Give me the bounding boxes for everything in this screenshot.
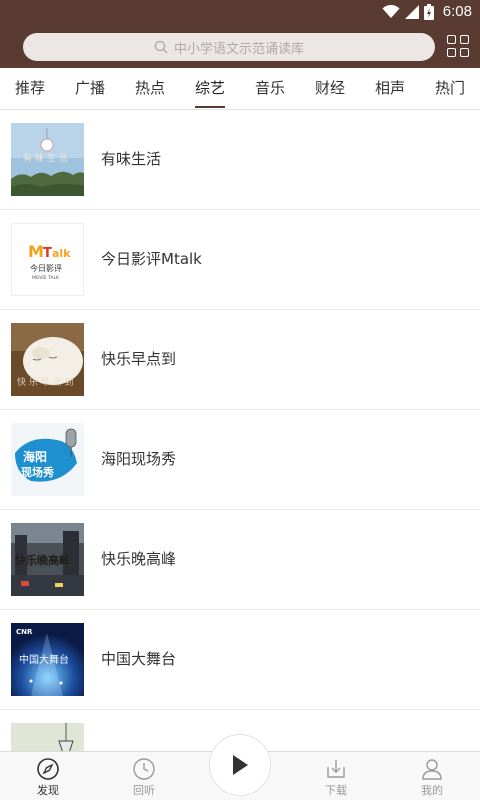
program-title: 快乐早点到	[101, 350, 177, 368]
svg-text:快乐晚高峰: 快乐晚高峰	[14, 553, 71, 567]
status-time: 6:08	[442, 3, 472, 20]
tab-xiangsheng[interactable]: 相声	[360, 68, 420, 110]
program-title: 有味生活	[101, 150, 162, 168]
svg-text:MOVIE TALK: MOVIE TALK	[32, 275, 60, 281]
svg-text:现场秀: 现场秀	[21, 465, 54, 479]
list-item[interactable]: M T alk 今日影评 MOVIE TALK 今日影评Mtalk	[0, 210, 480, 310]
program-list: 有 味 生 活 有味生活 M T alk 今日影评 MOVIE TALK 今日影…	[0, 110, 480, 800]
search-placeholder: 中小学语文示范诵读库	[173, 41, 304, 57]
search-icon	[154, 40, 168, 54]
program-thumbnail: 快 乐 早 点 到	[11, 323, 84, 396]
nav-replay[interactable]: 回听	[104, 752, 184, 800]
svg-text:CNR: CNR	[16, 628, 33, 636]
list-item[interactable]: 海阳 现场秀 海阳现场秀	[0, 410, 480, 510]
player-button[interactable]	[209, 734, 271, 796]
play-button-inner	[216, 741, 264, 789]
list-item[interactable]: 快 乐 早 点 到 快乐早点到	[0, 310, 480, 410]
tab-yinyue[interactable]: 音乐	[240, 68, 300, 110]
play-icon	[233, 755, 248, 775]
nav-profile[interactable]: 我的	[392, 752, 472, 800]
program-thumbnail: 有 味 生 活	[11, 123, 84, 196]
app-header: 6:08 中小学语文示范诵读库	[0, 0, 480, 68]
tab-caijing[interactable]: 财经	[300, 68, 360, 110]
program-thumbnail: CNR 中国大舞台	[11, 623, 84, 696]
nav-label: 下载	[325, 784, 347, 797]
program-title: 快乐晚高峰	[101, 550, 177, 568]
active-tab-indicator	[195, 106, 225, 108]
svg-text:有 味 生 活: 有 味 生 活	[23, 152, 68, 164]
program-title: 中国大舞台	[101, 650, 177, 668]
svg-text:快 乐 早 点 到: 快 乐 早 点 到	[17, 376, 73, 388]
tab-tuijian[interactable]: 推荐	[0, 68, 60, 110]
tab-redian[interactable]: 热点	[120, 68, 180, 110]
compass-icon	[37, 758, 59, 780]
svg-text:今日影评: 今日影评	[30, 263, 62, 273]
status-icons: 6:08	[382, 3, 472, 20]
grid-icon	[447, 35, 456, 44]
program-thumbnail: M T alk 今日影评 MOVIE TALK	[11, 223, 84, 296]
nav-discover[interactable]: 发现	[8, 752, 88, 800]
signal-icon	[404, 4, 419, 19]
mtalk-logo: M T alk 今日影评 MOVIE TALK	[28, 242, 71, 281]
wifi-icon	[382, 4, 400, 18]
program-thumbnail: 快乐晚高峰	[11, 523, 84, 596]
svg-text:海阳: 海阳	[23, 449, 47, 464]
tab-remen[interactable]: 热门	[420, 68, 480, 110]
nav-label: 发现	[37, 784, 59, 797]
nav-label: 回听	[133, 784, 155, 797]
category-tabs: 推荐 广播 热点 综艺 音乐 财经 相声 热门	[0, 68, 480, 110]
nav-label: 我的	[421, 784, 443, 797]
svg-text:alk: alk	[52, 247, 71, 260]
list-item[interactable]: 有 味 生 活 有味生活	[0, 110, 480, 210]
list-item[interactable]: CNR 中国大舞台 中国大舞台	[0, 610, 480, 710]
clock-icon	[133, 758, 155, 780]
search-input[interactable]: 中小学语文示范诵读库	[23, 33, 435, 61]
list-item[interactable]: 快乐晚高峰 快乐晚高峰	[0, 510, 480, 610]
program-thumbnail: 海阳 现场秀	[11, 423, 84, 496]
tab-zongyi[interactable]: 综艺	[180, 68, 240, 110]
user-icon	[422, 759, 442, 780]
tab-guangbo[interactable]: 广播	[60, 68, 120, 110]
download-icon	[327, 760, 345, 778]
svg-text:中国大舞台: 中国大舞台	[19, 653, 69, 666]
battery-icon	[423, 3, 434, 20]
program-title: 海阳现场秀	[101, 450, 177, 468]
svg-text:T: T	[43, 246, 52, 261]
status-bar: 6:08	[0, 0, 480, 24]
svg-text:M: M	[28, 242, 44, 261]
nav-download[interactable]: 下载	[296, 752, 376, 800]
program-title: 今日影评Mtalk	[101, 250, 202, 268]
category-grid-button[interactable]	[447, 35, 469, 57]
